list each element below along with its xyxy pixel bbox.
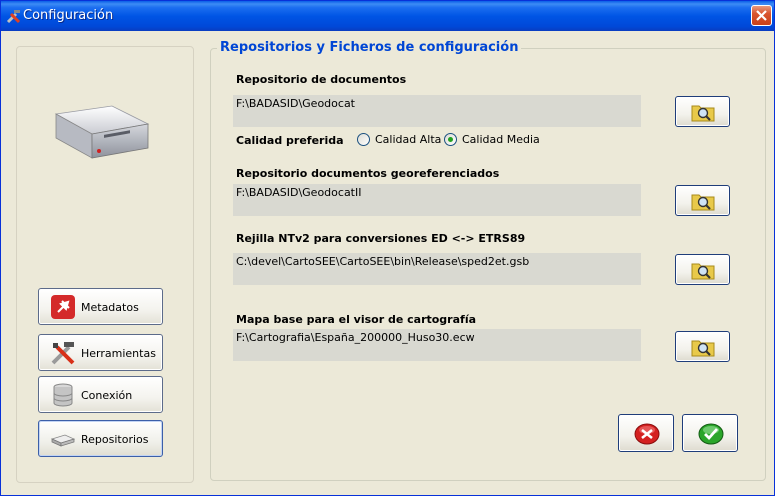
pushpin-icon xyxy=(51,295,75,319)
field-value: F:\BADASID\GeodocatII xyxy=(236,186,362,199)
rejilla-path-field[interactable]: C:\devel\CartoSEE\CartoSEE\bin\Release\s… xyxy=(233,253,641,285)
sidebar-item-label: Conexión xyxy=(81,389,133,402)
sidebar-item-conexion[interactable]: Conexión xyxy=(38,376,163,413)
close-icon xyxy=(756,10,767,21)
field-label-rejilla: Rejilla NTv2 para conversiones ED <-> ET… xyxy=(236,232,526,245)
database-icon xyxy=(53,383,73,407)
radio-indicator xyxy=(444,133,457,146)
browse-documentos-button[interactable] xyxy=(675,96,730,127)
cancel-icon xyxy=(634,423,660,445)
folder-search-icon xyxy=(691,340,715,357)
radio-label: Calidad Media xyxy=(462,133,540,146)
hard-drive-icon xyxy=(54,105,150,159)
field-label-mapa-base: Mapa base para el visor de cartografía xyxy=(236,313,477,326)
sidebar-item-label: Repositorios xyxy=(81,433,149,446)
close-button[interactable] xyxy=(751,5,772,26)
folder-search-icon xyxy=(691,263,715,280)
field-value: F:\Cartografia\España_200000_Huso30.ecw xyxy=(236,331,475,344)
documentos-path-field[interactable]: F:\BADASID\Geodocat xyxy=(233,95,641,127)
navigation-panel: Metadatos Herramientas Conexión Reposito… xyxy=(16,46,194,483)
field-label-documentos: Repositorio de documentos xyxy=(236,73,407,86)
field-label-georeferenciados: Repositorio documentos georeferenciados xyxy=(236,167,500,180)
radio-indicator xyxy=(357,133,370,146)
sidebar-item-repositorios[interactable]: Repositorios xyxy=(38,420,163,457)
cancel-button[interactable] xyxy=(618,414,674,452)
mapa-base-path-field[interactable]: F:\Cartografia\España_200000_Huso30.ecw xyxy=(233,329,641,361)
browse-mapa-base-button[interactable] xyxy=(675,331,730,362)
tools-icon xyxy=(51,342,75,365)
folder-search-icon xyxy=(691,105,715,122)
browse-georeferenciados-button[interactable] xyxy=(675,185,730,216)
field-value: C:\devel\CartoSEE\CartoSEE\bin\Release\s… xyxy=(236,255,530,268)
ok-button[interactable] xyxy=(682,414,738,452)
group-title: Repositorios y Ficheros de configuración xyxy=(217,40,522,55)
quality-label: Calidad preferida xyxy=(236,134,344,147)
sidebar-item-label: Herramientas xyxy=(81,347,156,360)
browse-rejilla-button[interactable] xyxy=(675,254,730,285)
config-window: Configuración Metadatos Herramientas Con… xyxy=(0,0,775,496)
folder-search-icon xyxy=(691,194,715,211)
radio-calidad-alta[interactable]: Calidad Alta xyxy=(357,133,441,146)
sidebar-item-herramientas[interactable]: Herramientas xyxy=(38,334,163,371)
georeferenciados-path-field[interactable]: F:\BADASID\GeodocatII xyxy=(233,184,641,216)
title-bar[interactable]: Configuración xyxy=(1,1,774,31)
tools-icon xyxy=(6,10,21,24)
drive-icon xyxy=(50,434,76,447)
radio-calidad-media[interactable]: Calidad Media xyxy=(444,133,540,146)
sidebar-item-label: Metadatos xyxy=(81,301,139,314)
checkmark-icon xyxy=(698,423,724,445)
field-value: F:\BADASID\Geodocat xyxy=(236,97,355,110)
window-title: Configuración xyxy=(23,8,114,23)
sidebar-item-metadatos[interactable]: Metadatos xyxy=(38,288,163,325)
radio-label: Calidad Alta xyxy=(375,133,442,146)
